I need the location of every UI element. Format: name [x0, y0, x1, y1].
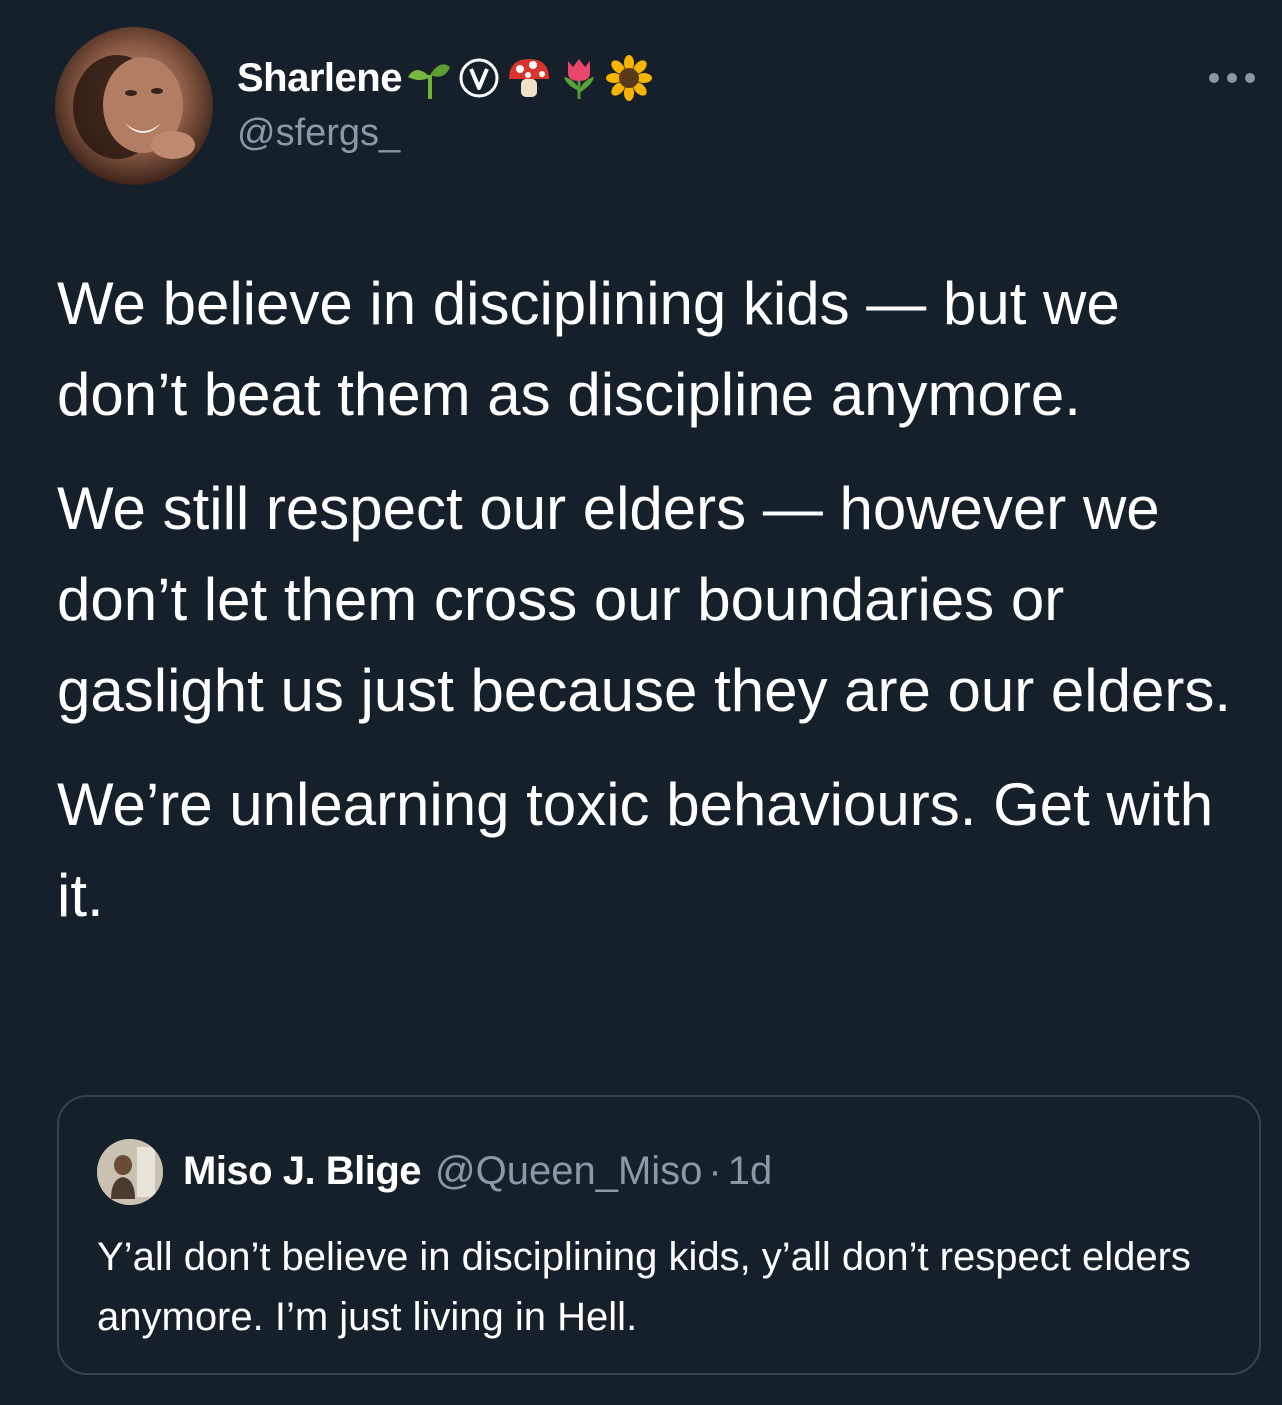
quoted-tweet-header: Miso J. Blige @Queen_Miso · 1d	[183, 1145, 772, 1197]
more-options-icon[interactable]	[1205, 66, 1259, 90]
separator-dot: ·	[708, 1149, 722, 1193]
quoted-tweet[interactable]: Miso J. Blige @Queen_Miso · 1d Y’all don’t …	[57, 1095, 1261, 1375]
quoted-tweet-text: Y’all don’t believe in disciplining kids…	[97, 1235, 1191, 1339]
tweet-paragraph: We believe in disciplining kids — but we…	[57, 270, 1120, 428]
display-name[interactable]: Sharlene	[237, 56, 402, 101]
quoted-author-avatar[interactable]	[97, 1139, 163, 1205]
author-handle[interactable]: @sfergs_	[237, 112, 400, 155]
tulip-icon	[556, 55, 602, 101]
tweet-text: We believe in disciplining kids — but we…	[57, 258, 1257, 964]
mushroom-icon	[506, 55, 552, 101]
sunflower-icon	[605, 55, 652, 101]
tweet-paragraph: We’re unlearning toxic behaviours. Get w…	[57, 771, 1214, 929]
tweet-paragraph: We still respect our elders — however we…	[57, 475, 1232, 724]
v-badge-icon	[456, 55, 502, 101]
quoted-display-name[interactable]: Miso J. Blige	[183, 1149, 422, 1193]
quoted-handle[interactable]: @Queen_Miso	[435, 1149, 702, 1193]
author-avatar[interactable]	[55, 27, 213, 185]
tweet: Sharlene @sfergs_ We believe in discipli…	[0, 0, 1282, 1405]
seedling-icon	[406, 55, 452, 101]
display-name-row: Sharlene	[237, 52, 652, 104]
quoted-timestamp[interactable]: 1d	[728, 1149, 773, 1193]
